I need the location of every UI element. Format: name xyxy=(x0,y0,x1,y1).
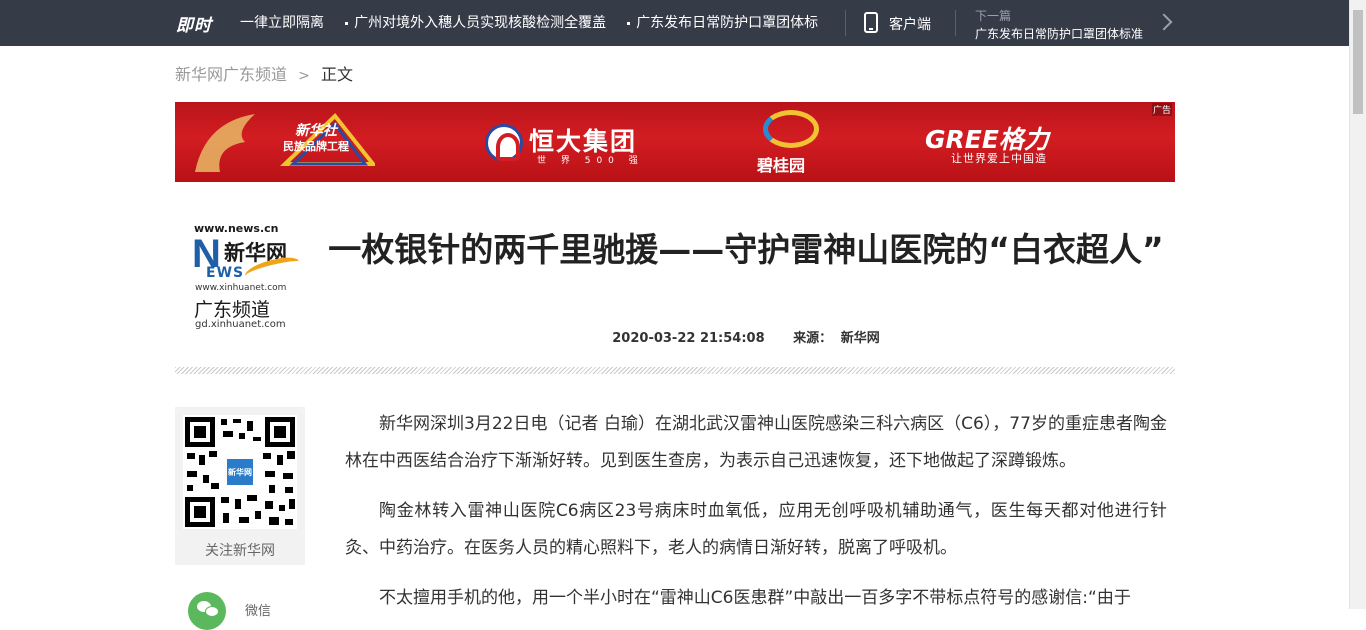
bullet-icon xyxy=(345,21,349,25)
divider xyxy=(845,10,846,36)
bullet-icon xyxy=(627,21,631,25)
breadcrumb: 新华网广东频道 > 正文 xyxy=(175,61,353,85)
article-meta: 2020-03-22 21:54:08 来源： 新华网 xyxy=(318,327,1174,346)
xinhua-qr-badge: 新华网 xyxy=(225,457,255,487)
source-label: 来源： xyxy=(793,331,833,346)
client-app-link[interactable]: 客户端 xyxy=(889,14,931,34)
ticker-item[interactable]: 广州对境外入穗人员实现核酸检测全覆盖 xyxy=(345,0,606,46)
evergrande-emblem-icon xyxy=(485,124,523,162)
scrollbar-thumb[interactable] xyxy=(1353,10,1363,114)
evergrande-logo: 恒大集团 世 界 500 强 xyxy=(485,120,655,170)
jishi-logo[interactable]: 即时 xyxy=(176,11,212,36)
source-name: 新华网 xyxy=(840,331,880,346)
chevron-right-icon[interactable] xyxy=(1155,13,1173,31)
qr-code: 新华网 xyxy=(183,415,297,529)
ad-tag: 广告 xyxy=(1151,103,1172,116)
mobile-phone-icon[interactable] xyxy=(864,12,878,33)
article-paragraph: 陶金林转入雷神山医院C6病区23号病床时血氧低，应用无创呼吸机辅助通气，医生每天… xyxy=(345,501,1167,558)
wechat-label[interactable]: 微信 xyxy=(245,600,271,619)
article-title: 一枚银针的两千里驰援——守护雷神山医院的“白衣超人” xyxy=(328,230,1164,269)
qr-follow-box: 新华网 关注新华网 xyxy=(175,407,305,565)
news-ticker: 一律立即隔离 广州对境外入穗人员实现核酸检测全覆盖 广东发布日常防护口罩团体标准 xyxy=(240,0,818,46)
article-paragraph: 不太擅用手机的他，用一个半小时在“雷神山C6医患群”中敲出一百多字不带标点符号的… xyxy=(379,588,1131,608)
xinhua-brand-project-logo: 新华社 民族品牌工程 xyxy=(175,102,378,182)
breadcrumb-separator: > xyxy=(298,68,310,84)
country-garden-emblem-icon xyxy=(763,110,819,148)
country-garden-logo: 碧桂园 xyxy=(755,108,825,178)
gree-logo: GREE格力 让世界爱上中国造 xyxy=(925,125,1049,165)
wechat-icon[interactable] xyxy=(188,592,226,630)
next-article-link[interactable]: 广东发布日常防护口罩团体标准 xyxy=(975,25,1143,42)
breadcrumb-channel-link[interactable]: 新华网广东频道 xyxy=(175,65,287,84)
vertical-scrollbar[interactable] xyxy=(1349,0,1366,609)
publish-datetime: 2020-03-22 21:54:08 xyxy=(612,331,765,346)
qr-caption: 关注新华网 xyxy=(205,543,275,559)
ticker-item[interactable]: 一律立即隔离 xyxy=(240,0,324,46)
divider xyxy=(955,10,956,36)
article-body: 新华网深圳3月22日电（记者 白瑜）在湖北武汉雷神山医院感染三科六病区（C6），… xyxy=(345,406,1167,630)
hatched-divider xyxy=(175,367,1175,374)
banner-ad[interactable]: 广告 新华社 民族品牌工程 恒大集团 世 界 500 强 碧桂园 GREE格力 … xyxy=(175,102,1175,182)
top-bar: 即时 一律立即隔离 广州对境外入穗人员实现核酸检测全覆盖 广东发布日常防护口罩团… xyxy=(0,0,1349,46)
next-article-label: 下一篇 xyxy=(975,9,1012,23)
breadcrumb-current: 正文 xyxy=(320,65,353,84)
ticker-item[interactable]: 广东发布日常防护口罩团体标准 xyxy=(627,0,818,46)
article-paragraph: 新华网深圳3月22日电（记者 白瑜）在湖北武汉雷神山医院感染三科六病区（C6），… xyxy=(345,414,1167,471)
xinhua-guangdong-channel-logo[interactable]: www.news.cn N 新华网 EWS www.xinhuanet.com … xyxy=(192,220,306,330)
